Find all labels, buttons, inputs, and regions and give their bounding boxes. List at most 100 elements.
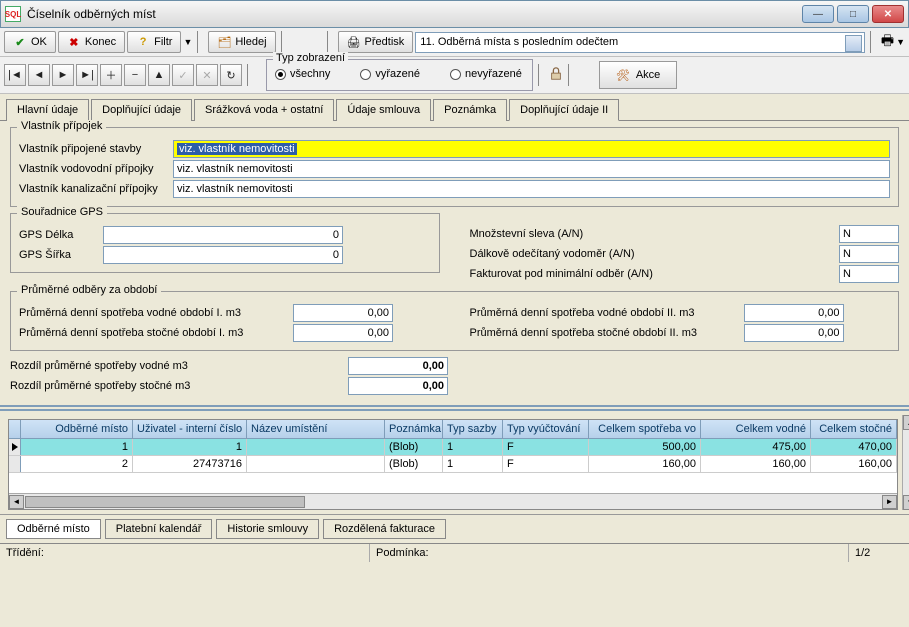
nav-edit-button[interactable]: ▲ [148, 64, 170, 86]
gps-sirka-input[interactable]: 0 [103, 246, 343, 264]
col-uzivatel[interactable]: Uživatel - interní číslo [133, 420, 247, 438]
vlastnik-stavba-input[interactable]: viz. vlastník nemovitosti [173, 140, 890, 158]
col-celkem-vodne[interactable]: Celkem vodné [701, 420, 811, 438]
col-poznamka[interactable]: Poznámka [385, 420, 443, 438]
akce-button[interactable]: 🛠 Akce [599, 61, 677, 89]
col-celkem-stocne[interactable]: Celkem stočné [811, 420, 897, 438]
grid-corner [9, 420, 21, 438]
nav-post-button[interactable]: ✓ [172, 64, 194, 86]
nav-toolbar: |◄ ◄ ► ►| ＋ − ▲ ✓ ✕ ↻ Typ zobrazení všec… [0, 57, 909, 94]
radio-vyrazene[interactable]: vyřazené [360, 68, 420, 80]
status-podminka: Podmínka: [370, 544, 849, 562]
cell: (Blob) [385, 439, 443, 455]
tab-doplnujici2[interactable]: Doplňující údaje II [509, 99, 619, 121]
nav-delete-button[interactable]: − [124, 64, 146, 86]
predtisk-label: Předtisk [365, 36, 405, 48]
cell: 27473716 [133, 456, 247, 472]
akce-label: Akce [636, 69, 660, 81]
vlastnik-kan-label: Vlastník kanalizační přípojky [19, 183, 169, 195]
cell: 160,00 [589, 456, 701, 472]
window-title: Číselník odběrných míst [27, 7, 156, 21]
filtr-button[interactable]: ? Filtr [127, 31, 181, 53]
cell: 1 [21, 439, 133, 455]
scroll-left-icon[interactable]: ◄ [9, 495, 24, 509]
table-row[interactable]: 1 1 (Blob) 1 F 500,00 475,00 470,00 [9, 439, 897, 456]
vlastnik-vod-input[interactable]: viz. vlastník nemovitosti [173, 160, 890, 178]
nav-last-button[interactable]: ►| [76, 64, 98, 86]
btab-platebni[interactable]: Platební kalendář [105, 519, 213, 539]
rozdil-stoc-value: 0,00 [348, 377, 448, 395]
vod2-input[interactable]: 0,00 [744, 304, 844, 322]
stoc1-input[interactable]: 0,00 [293, 324, 393, 342]
close-button[interactable]: ✕ [872, 5, 904, 23]
nav-add-button[interactable]: ＋ [100, 64, 122, 86]
radio-nevyrazene[interactable]: nevyřazené [450, 68, 522, 80]
scroll-right-icon[interactable]: ► [882, 495, 897, 509]
vlastnik-fieldset: Vlastník přípojek Vlastník připojené sta… [10, 127, 899, 207]
nav-next-button[interactable]: ► [52, 64, 74, 86]
vlastnik-kan-input[interactable]: viz. vlastník nemovitosti [173, 180, 890, 198]
row-indicator-icon [9, 456, 21, 472]
vod1-input[interactable]: 0,00 [293, 304, 393, 322]
fakturovat-input[interactable]: N [839, 265, 899, 283]
grid-vscrollbar[interactable]: ▲ ▼ [902, 415, 909, 510]
stoc2-label: Průměrná denní spotřeba stočné období II… [470, 327, 740, 339]
grid-header: Odběrné místo Uživatel - interní číslo N… [9, 420, 897, 439]
hledej-button[interactable]: 🗂 Hledej [208, 31, 275, 53]
minimize-button[interactable]: — [802, 5, 834, 23]
typ-zobrazeni-group: Typ zobrazení všechny vyřazené nevyřazen… [266, 59, 533, 91]
nav-cancel-button[interactable]: ✕ [196, 64, 218, 86]
tab-srazkova[interactable]: Srážková voda + ostatní [194, 99, 334, 121]
gps-delka-input[interactable]: 0 [103, 226, 343, 244]
filtr-label: Filtr [154, 36, 172, 48]
vod1-label: Průměrná denní spotřeba vodné období I. … [19, 307, 289, 319]
sleva-input[interactable]: N [839, 225, 899, 243]
lock-icon[interactable] [549, 67, 563, 84]
cell: 1 [133, 439, 247, 455]
vlastnik-stavba-value: viz. vlastník nemovitosti [177, 143, 297, 155]
nav-prev-button[interactable]: ◄ [28, 64, 50, 86]
tools-icon: 🛠 [616, 69, 630, 82]
predtisk-button[interactable]: 🖨 Předtisk [338, 31, 414, 53]
radio-vyrazene-label: vyřazené [375, 68, 420, 80]
tab-doplnujici[interactable]: Doplňující údaje [91, 99, 192, 121]
radio-vsechny[interactable]: všechny [275, 68, 330, 80]
scroll-thumb[interactable] [25, 496, 305, 508]
printer2-icon[interactable]: 🖶 [881, 30, 894, 54]
btab-historie[interactable]: Historie smlouvy [216, 519, 319, 539]
btab-rozdelena[interactable]: Rozdělená fakturace [323, 519, 446, 539]
data-grid[interactable]: Odběrné místo Uživatel - interní číslo N… [8, 419, 898, 510]
nav-first-button[interactable]: |◄ [4, 64, 26, 86]
tab-smlouva[interactable]: Údaje smlouva [336, 99, 431, 121]
konec-label: Konec [85, 36, 116, 48]
col-nazev[interactable]: Název umístění [247, 420, 385, 438]
grid-hscrollbar[interactable]: ◄ ► [9, 493, 897, 509]
table-row[interactable]: 2 27473716 (Blob) 1 F 160,00 160,00 160,… [9, 456, 897, 473]
rozdil-vod-value: 0,00 [348, 357, 448, 375]
konec-button[interactable]: ✖ Konec [58, 31, 125, 53]
cell: 1 [443, 439, 503, 455]
stoc1-label: Průměrná denní spotřeba stočné období I.… [19, 327, 289, 339]
gps-sirka-label: GPS Šířka [19, 249, 99, 261]
dalk-input[interactable]: N [839, 245, 899, 263]
vlastnik-stavba-label: Vlastník připojené stavby [19, 143, 169, 155]
window-titlebar: SQL Číselník odběrných míst — □ ✕ [0, 0, 909, 28]
col-celkem-spotreba[interactable]: Celkem spotřeba vo [589, 420, 701, 438]
col-typ-vyuctovani[interactable]: Typ vyúčtování [503, 420, 589, 438]
tab-hlavni[interactable]: Hlavní údaje [6, 99, 89, 121]
tab-poznamka[interactable]: Poznámka [433, 99, 507, 121]
ok-button[interactable]: ✔ OK [4, 31, 56, 53]
maximize-button[interactable]: □ [837, 5, 869, 23]
nav-refresh-button[interactable]: ↻ [220, 64, 242, 86]
stoc2-input[interactable]: 0,00 [744, 324, 844, 342]
scroll-down-icon[interactable]: ▼ [903, 495, 909, 510]
col-odberne-misto[interactable]: Odběrné místo [21, 420, 133, 438]
report-dropdown[interactable]: 11. Odběrná místa s posledním odečtem [415, 32, 865, 53]
scroll-up-icon[interactable]: ▲ [903, 415, 909, 430]
cell: 2 [21, 456, 133, 472]
radio-dot-icon [450, 69, 461, 80]
splitter[interactable] [0, 405, 909, 411]
prumerne-legend: Průměrné odběry za období [17, 284, 161, 296]
col-typ-sazby[interactable]: Typ sazby [443, 420, 503, 438]
btab-odberne[interactable]: Odběrné místo [6, 519, 101, 539]
